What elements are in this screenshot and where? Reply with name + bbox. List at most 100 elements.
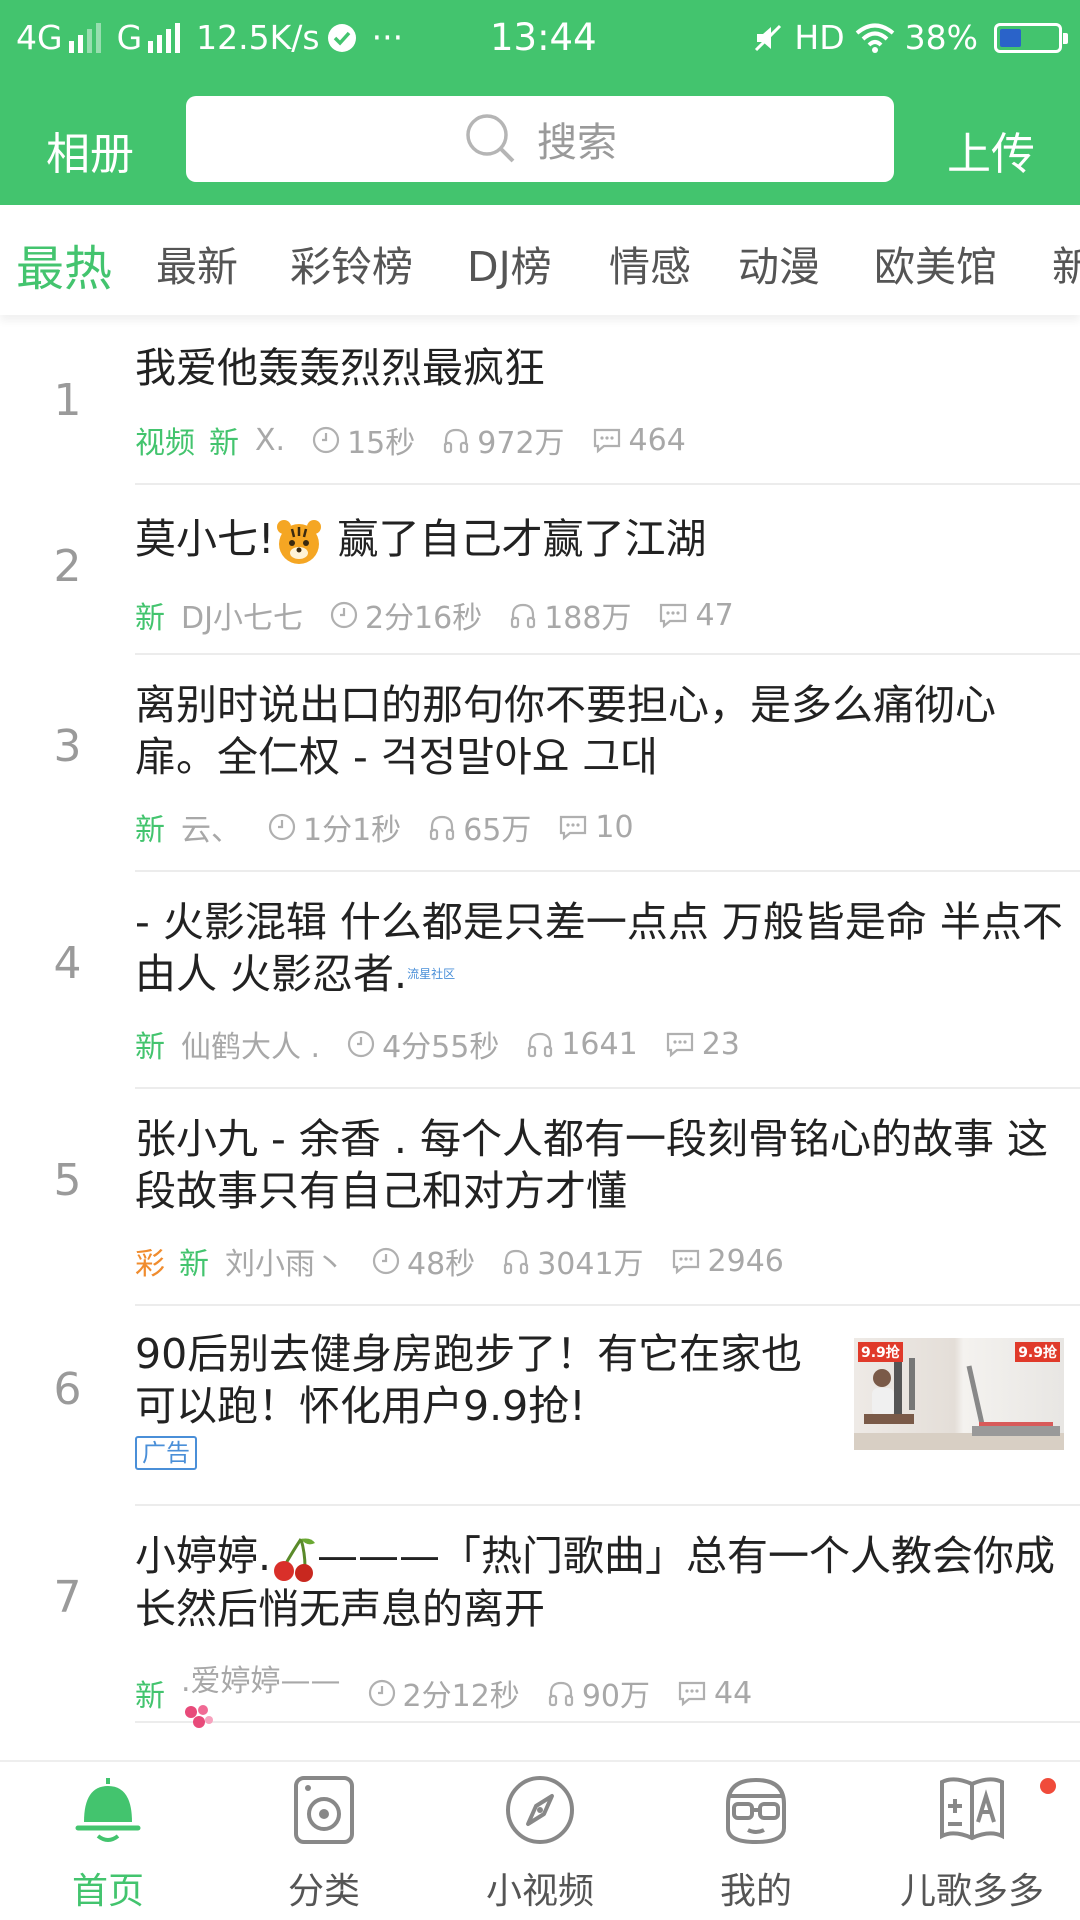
price-tag: 9.9抢 [1015,1342,1060,1362]
list-item[interactable]: 2 莫小七! 赢了自己才赢了江湖 新 DJ小七七 2分16秒 188万 47 [54,485,1080,655]
play-count: 65万 [463,813,532,848]
ad-image[interactable]: 9.9抢 9.9抢 [854,1338,1064,1450]
list-item[interactable]: 5 张小九 - 余香 . 每个人都有一段刻骨铭心的故事 这段故事只有自己和对方才… [54,1089,1080,1306]
ad-title: 90后别去健身房跑步了！有它在家也可以跑！怀化用户9.9抢! [135,1330,803,1430]
duration: 15秒 [347,426,416,461]
app-header: 4G G 12.5K/s ··· 13:44 HD 38% 相册 搜索 上传 [0,0,1080,205]
comment-icon [560,815,587,841]
list-item[interactable]: 3 离别时说出口的那句你不要担心，是多么痛彻心扉。全仁权 - 걱정말아요 그대 … [54,655,1080,872]
bell-icon [75,1778,141,1842]
headphones-icon [548,1681,573,1707]
rank-number: 1 [53,375,82,426]
video-tag: 视频 [135,426,195,461]
author-name[interactable]: DJ小七七 [181,593,303,637]
tab-newest[interactable]: 最新 [156,233,238,293]
tab-western[interactable]: 欧美馆 [874,233,997,293]
song-title: 小婷婷. ———「热门歌曲」总有一个人教会你成长然后悄无声息的离开 [135,1530,1075,1635]
list-item[interactable]: 7 小婷婷. ———「热门歌曲」总有一个人教会你成长然后悄无声息的离开 新 .爱婷… [54,1506,1080,1728]
headphones-icon [528,1032,553,1058]
new-tag: 新 [179,1247,209,1282]
tab-hottest[interactable]: 最热 [16,229,112,299]
search-icon [466,114,515,163]
tab-dj-chart[interactable]: DJ榜 [467,233,552,293]
new-tag: 新 [209,426,239,461]
clock-icon [312,426,340,454]
comment-icon [666,1032,693,1058]
song-title: - 火影混辑 什么都是只差一点点 万般皆是命 半点不由人 火影忍者.流星社区 [135,896,1075,1000]
search-bar[interactable]: 搜索 [186,96,894,182]
song-meta: 新 云、 1分1秒 65万 10 [135,805,660,849]
tab-anime[interactable]: 动漫 [738,233,820,293]
play-count: 972万 [477,426,565,461]
song-meta: 新 .爱婷婷—— 2分12秒 90万 44 [135,1656,778,1730]
mute-icon [755,24,782,51]
duration: 48秒 [407,1247,476,1282]
song-title-text: - 火影混辑 什么都是只差一点点 万般皆是命 半点不由人 火影忍者. [135,898,1063,998]
duration: 2分16秒 [364,601,483,636]
author-name[interactable]: .爱婷婷—— [181,1656,341,1730]
comment-count: 47 [695,597,734,633]
speaker-icon [294,1776,354,1844]
list-item[interactable]: 4 - 火影混辑 什么都是只差一点点 万般皆是命 半点不由人 火影忍者.流星社区… [54,872,1080,1089]
comment-count: 464 [628,422,686,458]
ringtone-tag: 彩 [135,1247,165,1282]
comment-count: 23 [701,1026,740,1062]
song-list: 1 我爱他轰轰烈烈最疯狂 视频 新 X. 15秒 972万 464 2 莫小七!… [0,320,1080,1728]
comment-icon [593,428,620,454]
clock-icon [268,813,296,841]
hd-indicator: HD [794,18,845,57]
upload-button[interactable]: 上传 [947,118,1035,182]
author-name[interactable]: X. [255,423,285,458]
cherries-icon [274,1538,316,1582]
new-tag: 新 [135,601,165,636]
nav-home[interactable]: 首页 [0,1762,216,1920]
comment-icon [672,1249,699,1275]
verified-check-icon [327,23,356,52]
author-name[interactable]: 云、 [181,805,241,849]
status-bar: 4G G 12.5K/s ··· 13:44 HD 38% [0,0,1080,78]
rank-number: 7 [53,1572,82,1623]
ad-item[interactable]: 6 90后别去健身房跑步了！有它在家也可以跑！怀化用户9.9抢! 广告 9.9抢… [54,1306,1080,1506]
song-title: 莫小七! 赢了自己才赢了江湖 [135,513,718,567]
nav-category[interactable]: 分类 [216,1762,432,1920]
song-title: 张小九 - 余香 . 每个人都有一段刻骨铭心的故事 这段故事只有自己和对方才懂 [135,1115,1048,1215]
nav-mine[interactable]: 我的 [648,1762,864,1920]
comment-count: 44 [714,1675,753,1711]
watermark-text: 流星社区 [407,967,456,981]
headphones-icon [504,1249,529,1275]
play-count: 188万 [544,601,632,636]
tab-emotion[interactable]: 情感 [609,233,691,293]
song-meta: 新 仙鹤大人 . 4分55秒 1641 23 [135,1022,766,1066]
comment-count: 10 [595,809,634,845]
list-item[interactable]: 1 我爱他轰轰烈烈最疯狂 视频 新 X. 15秒 972万 464 [54,320,1080,485]
nav-short-video-label: 小视频 [485,1871,594,1912]
play-count: 90万 [581,1679,650,1714]
network-type-label-2: G [116,18,143,57]
nav-category-label: 分类 [287,1871,360,1912]
nav-kids-songs[interactable]: 儿歌多多 [864,1762,1080,1920]
network-type-label: 4G [16,18,63,57]
album-button[interactable]: 相册 [46,118,134,182]
play-count: 1641 [561,1026,638,1062]
signal-strength-icon [68,22,101,53]
category-tabs: 最热 最新 彩铃榜 DJ榜 情感 动漫 欧美馆 新 [0,205,1080,315]
duration: 2分12秒 [402,1679,520,1714]
search-placeholder: 搜索 [537,120,617,166]
author-name[interactable]: 刘小雨丶 [225,1239,345,1283]
network-speed: 12.5K/s [196,18,320,57]
headphones-icon [511,603,536,629]
signal-strength-icon-2 [148,22,181,53]
author-name[interactable]: 仙鹤大人 . [181,1022,320,1066]
tiger-face-icon [277,520,322,564]
nav-short-video[interactable]: 小视频 [432,1762,648,1920]
headphones-icon [444,428,469,454]
ad-badge: 广告 [135,1436,197,1470]
tab-ringtone-chart[interactable]: 彩铃榜 [290,233,413,293]
tab-new-partial[interactable]: 新 [1052,233,1080,293]
clock-icon [330,601,358,629]
author-text: .爱婷婷—— [181,1664,341,1699]
play-count: 3041万 [537,1247,644,1282]
song-title-part: 小婷婷. [135,1532,272,1580]
battery-icon [994,22,1068,53]
song-title: 我爱他轰轰烈烈最疯狂 [135,344,545,392]
